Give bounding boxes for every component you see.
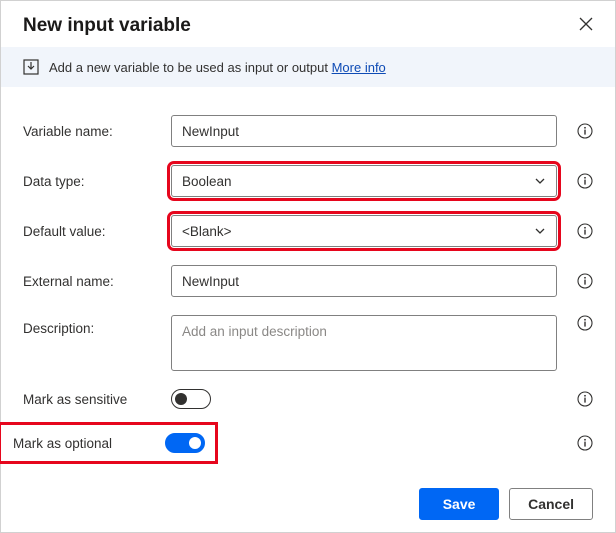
banner-text: Add a new variable to be used as input o…: [49, 60, 386, 75]
close-button[interactable]: [575, 13, 597, 39]
select-default-value-value: <Blank>: [182, 224, 232, 239]
label-default-value: Default value:: [23, 224, 161, 239]
info-icon-data-type[interactable]: [567, 173, 593, 189]
toggle-mark-sensitive[interactable]: [171, 389, 211, 409]
row-default-value: Default value: <Blank>: [23, 215, 593, 247]
info-icon-description[interactable]: [567, 315, 593, 331]
info-icon-variable-name[interactable]: [567, 123, 593, 139]
dialog-header: New input variable: [1, 1, 615, 47]
label-mark-sensitive: Mark as sensitive: [23, 392, 161, 407]
info-icon-external-name[interactable]: [567, 273, 593, 289]
form-body: Variable name: Data type: Boolean Defaul…: [1, 87, 615, 487]
info-icon-mark-sensitive[interactable]: [567, 391, 593, 407]
dialog-title: New input variable: [23, 15, 191, 37]
toggle-mark-optional[interactable]: [165, 433, 205, 453]
dialog-footer: Save Cancel: [419, 488, 593, 520]
select-data-type-value: Boolean: [182, 174, 232, 189]
download-variable-icon: [23, 59, 39, 75]
chevron-down-icon: [534, 225, 546, 237]
close-icon: [579, 17, 593, 31]
row-mark-optional: Mark as optional: [13, 425, 593, 461]
input-variable-name[interactable]: [171, 115, 557, 147]
label-data-type: Data type:: [23, 174, 161, 189]
input-description[interactable]: [171, 315, 557, 371]
row-variable-name: Variable name:: [23, 115, 593, 147]
chevron-down-icon: [534, 175, 546, 187]
row-external-name: External name:: [23, 265, 593, 297]
more-info-link[interactable]: More info: [332, 60, 386, 75]
info-banner: Add a new variable to be used as input o…: [1, 47, 615, 87]
row-description: Description:: [23, 315, 593, 371]
cancel-button[interactable]: Cancel: [509, 488, 593, 520]
select-default-value[interactable]: <Blank>: [171, 215, 557, 247]
row-data-type: Data type: Boolean: [23, 165, 593, 197]
label-description: Description:: [23, 315, 161, 336]
save-button[interactable]: Save: [419, 488, 499, 520]
info-icon-mark-optional[interactable]: [567, 435, 593, 451]
info-icon-default-value[interactable]: [567, 223, 593, 239]
label-mark-optional: Mark as optional: [13, 436, 155, 451]
label-external-name: External name:: [23, 274, 161, 289]
input-external-name[interactable]: [171, 265, 557, 297]
row-mark-sensitive: Mark as sensitive: [23, 389, 593, 409]
label-variable-name: Variable name:: [23, 124, 161, 139]
select-data-type[interactable]: Boolean: [171, 165, 557, 197]
